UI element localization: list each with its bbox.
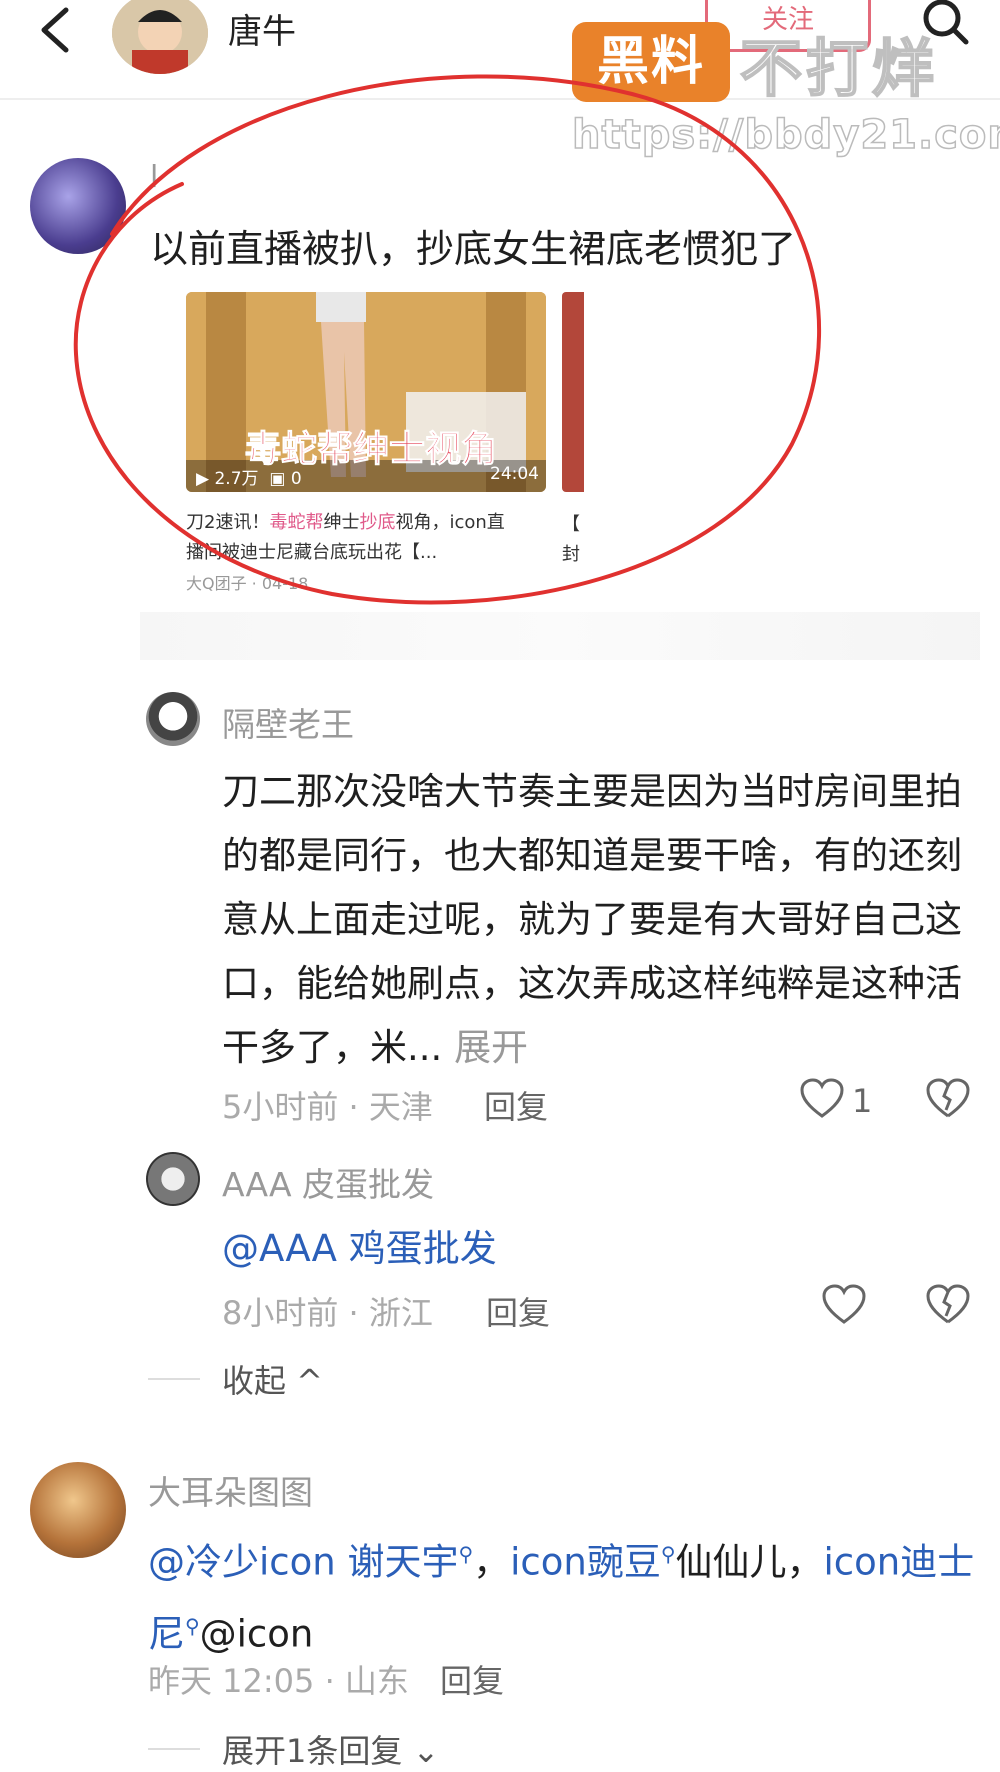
reply-username[interactable]: 隔壁老王 [222, 698, 354, 746]
annotation-circle [73, 74, 822, 605]
reply-button[interactable]: 回复 [486, 1288, 550, 1334]
chevron-left-icon[interactable] [36, 6, 76, 54]
avatar[interactable] [146, 692, 200, 746]
comment-text-part: 仙仙儿， [675, 1540, 824, 1584]
reply-button[interactable]: 回复 [484, 1082, 548, 1128]
comment-meta: 昨天 12:05 · 山东 [148, 1662, 409, 1700]
comment-username[interactable]: 大耳朵图图 [148, 1466, 313, 1514]
divider [148, 1378, 200, 1380]
comment-text-part: ， [473, 1540, 511, 1584]
reply-text: 刀二那次没啥大节奏主要是因为当时房间里拍的都是同行，也大都知道是要干啥，有的还刻… [222, 760, 962, 1080]
search-icon: ⚲ [185, 1614, 200, 1639]
avatar[interactable] [146, 1152, 200, 1206]
avatar[interactable] [30, 1462, 126, 1558]
reply-meta: 8小时前 · 浙江 [222, 1294, 433, 1332]
header-title: 唐牛 [228, 12, 296, 52]
heart-icon[interactable] [822, 1284, 866, 1326]
like-count: 1 [852, 1082, 873, 1120]
broken-heart-icon[interactable] [926, 1284, 970, 1326]
mention-link[interactable]: icon豌豆 [510, 1540, 661, 1583]
mention-link[interactable]: @冷少icon 谢天宇 [148, 1540, 458, 1583]
heart-icon[interactable] [800, 1078, 844, 1120]
search-icon: ⚲ [660, 1542, 676, 1566]
expand-link[interactable]: 展开 [454, 1026, 528, 1069]
comment-text-part: @icon [199, 1612, 314, 1656]
reply-meta: 5小时前 · 天津 [222, 1088, 433, 1126]
comment-text: @冷少icon 谢天宇⚲，icon豌豆⚲仙仙儿，icon迪士尼⚲@icon [148, 1522, 978, 1667]
broken-heart-icon[interactable] [926, 1078, 970, 1120]
reply-button[interactable]: 回复 [440, 1656, 504, 1702]
reply-username[interactable]: AAA 皮蛋批发 [222, 1158, 434, 1206]
expand-replies-button[interactable]: 展开1条回复 ⌄ [222, 1726, 439, 1772]
reply-body: 刀二那次没啥大节奏主要是因为当时房间里拍的都是同行，也大都知道是要干啥，有的还刻… [222, 770, 962, 1069]
collapse-replies-button[interactable]: 收起 ^ [222, 1356, 323, 1402]
search-icon: ⚲ [458, 1542, 474, 1566]
divider [148, 1748, 200, 1750]
reply-mention[interactable]: @AAA 鸡蛋批发 [222, 1218, 497, 1272]
